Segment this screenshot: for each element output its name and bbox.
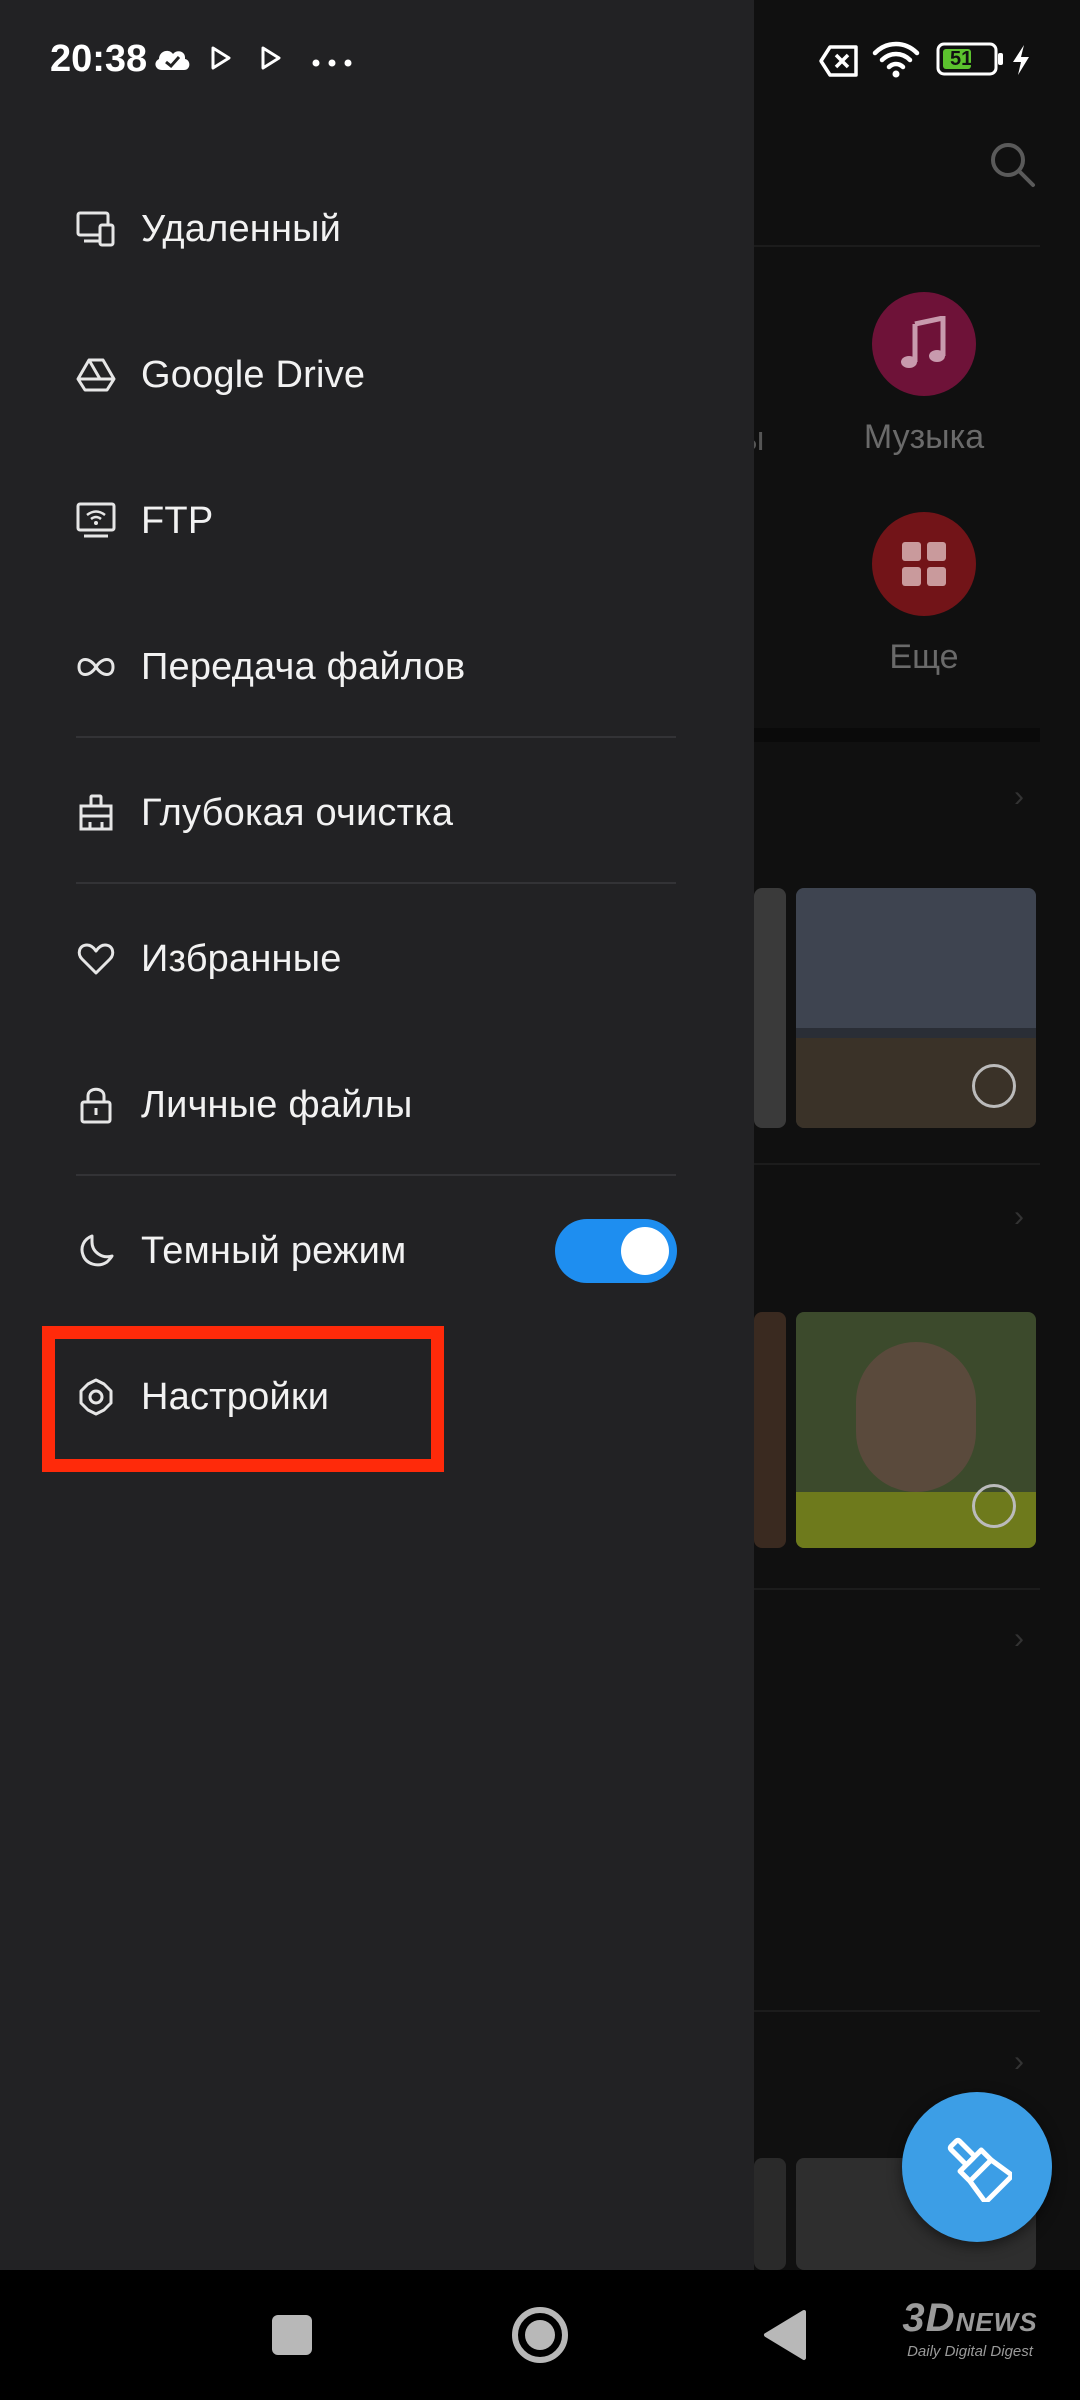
broom-icon — [947, 2137, 1012, 2202]
section-divider — [754, 1163, 1040, 1165]
square-icon — [272, 2315, 312, 2355]
battery-icon: 51 — [936, 42, 1006, 76]
menu-item-label: FTP — [141, 499, 214, 542]
google-drive-icon — [74, 353, 118, 397]
wifi-icon — [872, 40, 920, 83]
menu-item-ftp[interactable]: FTP — [0, 448, 754, 594]
dark-mode-toggle[interactable] — [555, 1219, 677, 1283]
clean-button[interactable] — [902, 2092, 1052, 2242]
deep-clean-icon — [74, 791, 118, 835]
thumbnail[interactable] — [796, 1312, 1036, 1548]
chevron-right-icon[interactable]: › — [1014, 1622, 1024, 1656]
category-label: Еще — [889, 638, 959, 676]
back-button[interactable] — [745, 2270, 825, 2400]
menu-item-label: Темный режим — [141, 1229, 407, 1272]
heart-icon — [74, 937, 118, 981]
chevron-right-icon[interactable]: › — [1014, 2045, 1024, 2079]
select-circle[interactable] — [972, 1064, 1016, 1108]
menu-item-label: Удаленный — [141, 207, 342, 250]
more-notifications-icon — [312, 54, 352, 72]
drawer-divider — [76, 736, 676, 738]
navigation-drawer: Удаленный Google Drive FTP Передача файл… — [0, 0, 754, 2270]
menu-item-label: Избранные — [141, 937, 342, 980]
menu-item-file-transfer[interactable]: Передача файлов — [0, 594, 754, 740]
menu-item-label: Личные файлы — [141, 1083, 413, 1126]
menu-item-favorites[interactable]: Избранные — [0, 886, 754, 1032]
moon-icon — [74, 1229, 118, 1273]
menu-item-label: Google Drive — [141, 353, 366, 396]
menu-item-dark-mode[interactable]: Темный режим — [0, 1178, 754, 1324]
section-divider — [754, 728, 1040, 742]
menu-item-label: Глубокая очистка — [141, 791, 454, 834]
menu-item-private-files[interactable]: Личные файлы — [0, 1032, 754, 1178]
chevron-right-icon[interactable]: › — [1014, 1200, 1024, 1234]
section-divider — [754, 1588, 1040, 1590]
thumbnail[interactable] — [754, 888, 786, 1128]
watermark-3d: 3D — [902, 2296, 956, 2340]
settings-highlight-frame — [42, 1326, 444, 1472]
recents-button[interactable] — [252, 2270, 332, 2400]
section-divider — [754, 2010, 1040, 2012]
thumbnail[interactable] — [754, 1312, 786, 1548]
menu-item-google-drive[interactable]: Google Drive — [0, 302, 754, 448]
category-more[interactable]: Еще — [824, 512, 1024, 677]
chevron-right-icon[interactable]: › — [1014, 780, 1024, 814]
ftp-icon — [74, 499, 118, 543]
menu-item-deep-clean[interactable]: Глубокая очистка — [0, 740, 754, 886]
thumbnail[interactable] — [754, 2158, 786, 2270]
circle-icon — [512, 2307, 568, 2363]
menu-item-remote[interactable]: Удаленный — [0, 156, 754, 302]
cloud-icon — [152, 44, 192, 79]
thumbnail[interactable] — [796, 888, 1036, 1128]
header-divider — [754, 245, 1040, 247]
file-transfer-icon — [74, 645, 118, 689]
triangle-back-icon — [764, 2310, 806, 2360]
charging-icon — [1010, 44, 1032, 81]
drawer-divider — [76, 882, 676, 884]
battery-level: 51 — [950, 48, 973, 70]
grid-icon — [872, 512, 976, 616]
toggle-knob — [621, 1227, 669, 1275]
category-music[interactable]: Музыка — [824, 292, 1024, 457]
watermark-news: NEWS — [955, 2307, 1038, 2337]
play-store-icon — [210, 46, 232, 75]
category-label: Музыка — [863, 418, 985, 456]
status-bar: 20:38 51 — [0, 0, 1080, 120]
select-circle[interactable] — [972, 1484, 1016, 1528]
watermark-logo: 3DNEWS Daily Digital Digest — [880, 2296, 1060, 2360]
remote-device-icon — [74, 207, 118, 251]
lock-icon — [74, 1083, 118, 1127]
watermark-tagline: Daily Digital Digest — [907, 2343, 1033, 2360]
no-sim-icon — [818, 44, 860, 83]
play-store-icon — [260, 46, 282, 75]
drawer-divider — [76, 1174, 676, 1176]
search-icon[interactable] — [988, 140, 1038, 190]
status-time: 20:38 — [50, 38, 148, 80]
menu-item-label: Передача файлов — [141, 645, 466, 688]
music-note-icon — [872, 292, 976, 396]
home-button[interactable] — [500, 2270, 580, 2400]
